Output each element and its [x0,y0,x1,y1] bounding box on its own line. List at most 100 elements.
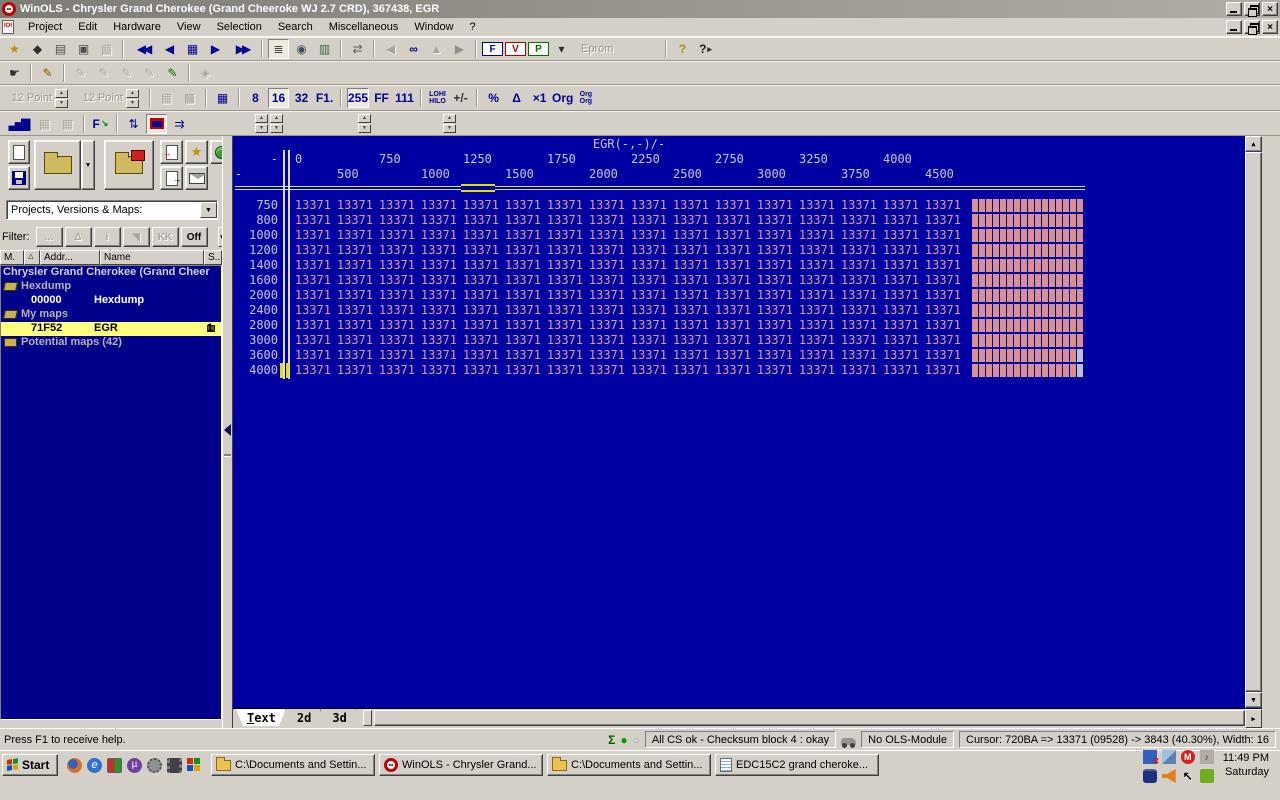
hexdump-view-icon[interactable]: ▥ [314,39,335,59]
map-cell[interactable]: 13371 [881,348,923,362]
map-cell[interactable]: 13371 [419,243,461,257]
map-cell[interactable]: 13371 [797,288,839,302]
axis-spinner-group-1-up-icon[interactable]: ▲ [255,114,268,123]
map-cell[interactable]: 13371 [293,228,335,242]
scroll-right-icon[interactable]: ▶ [1245,709,1262,728]
map-cell[interactable]: 13371 [671,228,713,242]
start-button[interactable]: Start [2,754,58,776]
map-cell[interactable]: 13371 [839,318,881,332]
bits-16-button[interactable]: 16 [268,88,289,108]
new-project-button[interactable] [8,140,30,164]
map-cell[interactable]: 13371 [545,258,587,272]
map-cell[interactable]: 13371 [881,363,923,377]
map-cell[interactable]: 13371 [293,363,335,377]
map-cell[interactable]: 13371 [377,318,419,332]
map-cell[interactable]: 13371 [335,303,377,317]
map-cell[interactable]: 13371 [755,348,797,362]
map-cell[interactable]: 13371 [839,273,881,287]
map-cell[interactable]: 13371 [671,303,713,317]
map-cell[interactable]: 13371 [629,288,671,302]
percent-button[interactable]: % [483,88,504,108]
map-cell[interactable]: 13371 [419,363,461,377]
map-cell[interactable]: 13371 [923,318,965,332]
map-cell[interactable]: 13371 [713,333,755,347]
map-cell[interactable]: 13371 [503,228,545,242]
row-height-icon[interactable]: ⇅ [123,114,144,134]
map-cell[interactable]: 13371 [923,258,965,272]
potential-maps-icon[interactable]: ▲ [426,39,447,59]
prev-map-icon[interactable]: ◀ [380,39,401,59]
mcafee-icon[interactable]: M [1181,750,1195,764]
map-cell[interactable]: 13371 [587,363,629,377]
map-cell[interactable]: 13371 [293,318,335,332]
map-cell[interactable]: 13371 [797,243,839,257]
menu-window[interactable]: Window [406,19,461,35]
nvidia-icon[interactable] [1200,769,1214,783]
map-cell[interactable]: 13371 [713,273,755,287]
map-cell[interactable]: 13371 [335,213,377,227]
map-cell[interactable]: 13371 [377,363,419,377]
save-project-button[interactable] [8,166,30,190]
map-cell[interactable]: 13371 [923,213,965,227]
map-cell[interactable]: 13371 [377,303,419,317]
column-header-addr[interactable]: Addr... [40,250,100,265]
map-cell[interactable]: 13371 [419,213,461,227]
map-cell[interactable]: 13371 [335,228,377,242]
hex-button[interactable]: FF [371,88,392,108]
delta-button[interactable]: Δ [506,88,527,108]
sign-button[interactable]: +/- [450,88,471,108]
map-cell[interactable]: 13371 [419,333,461,347]
map-cell[interactable]: 13371 [293,198,335,212]
filter-dots-button[interactable]: … [36,227,63,247]
menu-edit[interactable]: Edit [70,19,105,35]
bits-32-button[interactable]: 32 [291,88,312,108]
map-cell[interactable]: 13371 [923,273,965,287]
map-cell[interactable]: 13371 [587,288,629,302]
map-cell[interactable]: 13371 [419,288,461,302]
map-cell[interactable]: 13371 [755,258,797,272]
map-cell[interactable]: 13371 [839,198,881,212]
pencil-delete-icon[interactable]: ✎ [116,63,137,83]
pencil-relative-icon[interactable]: ✎ [93,63,114,83]
map-cell[interactable]: 13371 [839,258,881,272]
taskbar-button[interactable]: C:\Documents and Settin... [211,754,375,776]
map-cell[interactable]: 13371 [629,243,671,257]
map-cell[interactable]: 13371 [461,303,503,317]
menu-selection[interactable]: Selection [209,19,270,35]
map-cell[interactable]: 13371 [797,303,839,317]
filter-flag-button[interactable]: ◥ [123,227,150,247]
last-version-icon[interactable]: ▶▶ [228,39,256,59]
map-cell[interactable]: 13371 [587,243,629,257]
map-cell[interactable]: 13371 [587,303,629,317]
map-cell[interactable]: 13371 [503,303,545,317]
export-file-button[interactable] [160,166,183,190]
axis-spinner-group-1[interactable]: ▲▼▲▼ [255,114,283,133]
map-cell[interactable]: 13371 [377,228,419,242]
pc-error-icon[interactable] [1143,750,1157,764]
map-cell[interactable]: 13371 [671,363,713,377]
map-cell[interactable]: 13371 [881,228,923,242]
map-delete-icon[interactable]: ▦ [57,114,78,134]
map-cell[interactable]: 13371 [545,198,587,212]
map-cell[interactable]: 13371 [923,348,965,362]
map-cell[interactable]: 13371 [587,333,629,347]
import-project-button[interactable] [104,140,154,190]
map-cell[interactable]: 13371 [587,318,629,332]
map-cell[interactable]: 13371 [671,213,713,227]
map-cell[interactable]: 13371 [293,348,335,362]
map-cell[interactable]: 13371 [377,288,419,302]
map-cell[interactable]: 13371 [797,198,839,212]
map-cell[interactable]: 13371 [797,333,839,347]
close-button[interactable]: × [1262,2,1278,16]
font-size-spinner-2-up-icon[interactable]: ▲ [126,89,139,98]
mono-width-icon[interactable]: ▦ [156,88,177,108]
map-cell[interactable]: 13371 [545,213,587,227]
axis-spinner-group-1-down-icon[interactable]: ▼ [255,124,268,133]
map-cell[interactable]: 13371 [461,243,503,257]
map-cell[interactable]: 13371 [335,333,377,347]
map-cell[interactable]: 13371 [461,288,503,302]
column-header-m[interactable]: M. [0,250,24,265]
map-cell[interactable]: 13371 [797,258,839,272]
map-cell[interactable]: 13371 [587,258,629,272]
times1-button[interactable]: ×1 [529,88,550,108]
